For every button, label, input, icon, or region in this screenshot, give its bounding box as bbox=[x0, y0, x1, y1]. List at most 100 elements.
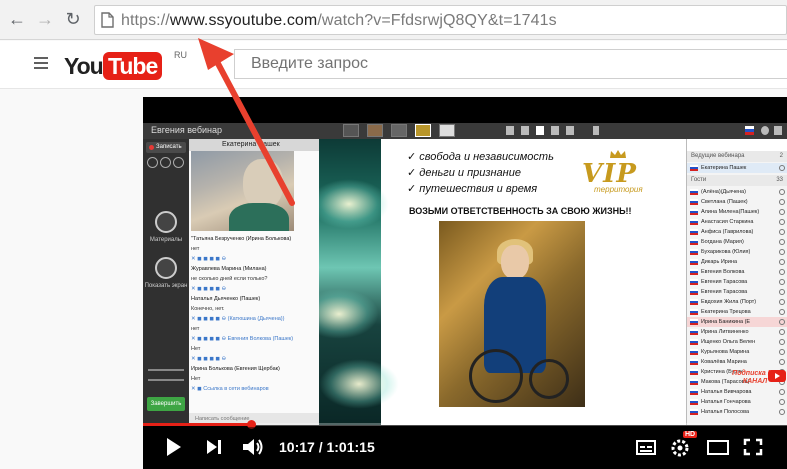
youtube-header: You Tube RU Введите запрос bbox=[0, 41, 787, 89]
participant-row: Евгения Тарасова bbox=[687, 277, 787, 287]
fullscreen-expand-icon[interactable] bbox=[743, 435, 763, 459]
flag-icon bbox=[690, 209, 698, 215]
participant-row: Наталья Гончарова bbox=[687, 397, 787, 407]
status-icon bbox=[779, 289, 785, 295]
slide-bullet: ✓ путешествия и время bbox=[407, 183, 538, 195]
status-icon bbox=[779, 329, 785, 335]
participants-toolbar bbox=[687, 139, 787, 151]
participant-me: Екатерина Пашек bbox=[687, 163, 787, 173]
materials-icon bbox=[155, 211, 177, 233]
status-icon bbox=[779, 249, 785, 255]
chat-message: нет bbox=[191, 246, 200, 252]
logo-tube-text: Tube bbox=[103, 52, 163, 80]
participant-row: Ищенко Ольга Велен bbox=[687, 337, 787, 347]
vip-subtitle: территория bbox=[594, 185, 643, 194]
search-input[interactable]: Введите запрос bbox=[234, 49, 787, 79]
pause-icon bbox=[147, 157, 158, 168]
status-icon bbox=[779, 359, 785, 365]
progress-bar[interactable] bbox=[143, 420, 787, 429]
screen-share-icon bbox=[155, 257, 177, 279]
chat-message: ✕ ◼ ◼ ◼ ◼ ⊖ (Катюшина (Дьячена)) bbox=[191, 316, 285, 322]
flag-icon bbox=[690, 379, 698, 385]
chat-message: ✕ ◼ ◼ ◼ ◼ ⊖ Евгения Волкова (Пашек) bbox=[191, 336, 294, 342]
status-icon bbox=[779, 339, 785, 345]
chat-message: Ирина Болькова (Евгения Щербак) bbox=[191, 366, 280, 372]
back-slide-icon bbox=[521, 126, 529, 135]
url-text[interactable]: https://www.ssyoutube.com/watch?v=Ffdsrw… bbox=[121, 12, 557, 30]
participant-row: Ирина Баникина (Е bbox=[687, 317, 787, 327]
flag-icon bbox=[690, 339, 698, 345]
next-slide-icon bbox=[551, 126, 559, 135]
flag-icon bbox=[745, 126, 754, 135]
webinar-title: Евгения вебинар bbox=[151, 125, 222, 135]
flag-icon bbox=[690, 189, 698, 195]
hd-badge: HD bbox=[683, 431, 698, 438]
participant-row: Богдана (Мария) bbox=[687, 237, 787, 247]
address-bar[interactable]: https://www.ssyoutube.com/watch?v=Ffdsrw… bbox=[94, 5, 787, 35]
status-icon bbox=[779, 219, 785, 225]
thumbnail bbox=[367, 124, 383, 137]
flag-icon bbox=[690, 289, 698, 295]
chat-messages: "Татьяна Безрученко (Ирина Болькова) нет ✕… bbox=[191, 234, 315, 394]
thumbnail bbox=[439, 124, 455, 137]
play-icon[interactable] bbox=[165, 435, 183, 459]
slide-thumbnails bbox=[343, 124, 463, 138]
chat-message: не сколько дней если только? bbox=[191, 276, 268, 282]
screen-share-label: Показать экран bbox=[144, 283, 188, 289]
flag-icon bbox=[690, 359, 698, 365]
crown-icon bbox=[610, 150, 626, 158]
miniplayer-icon[interactable] bbox=[707, 435, 729, 459]
slide-bullet: ✓ свобода и независимость bbox=[407, 151, 554, 163]
subscribe-play-icon[interactable] bbox=[768, 370, 786, 382]
status-icon bbox=[779, 199, 785, 205]
settings-icon bbox=[761, 126, 769, 135]
participant-row: Курьянова Марина bbox=[687, 347, 787, 357]
slide-bullet: ✓ деньги и признание bbox=[407, 167, 521, 179]
participant-row: Евгения Волкова bbox=[687, 267, 787, 277]
camera-name: Екатерина Пашек bbox=[189, 139, 319, 151]
slide-photo bbox=[439, 221, 585, 407]
mic-icon bbox=[173, 157, 184, 168]
camera-icon bbox=[160, 157, 171, 168]
slide-bullets: ✓ свобода и независимость ✓ деньги и приз… bbox=[407, 149, 577, 197]
webcam-feed bbox=[191, 151, 294, 231]
flag-icon bbox=[690, 369, 698, 375]
flag-icon bbox=[690, 279, 698, 285]
flag-icon bbox=[690, 399, 698, 405]
status-icon bbox=[779, 229, 785, 235]
search-placeholder: Введите запрос bbox=[251, 55, 368, 72]
flag-icon bbox=[690, 249, 698, 255]
settings-gear-icon[interactable] bbox=[670, 435, 692, 459]
back-arrow-icon[interactable]: ← bbox=[6, 8, 28, 30]
participant-row: Светлана (Пашек) bbox=[687, 197, 787, 207]
forward-arrow-icon[interactable]: → bbox=[34, 8, 56, 30]
chat-message: нет bbox=[191, 326, 200, 332]
page-info-icon[interactable] bbox=[101, 12, 114, 28]
flag-icon bbox=[690, 389, 698, 395]
chat-message: Нет bbox=[191, 376, 201, 382]
participant-row: Наталья Вивчарова bbox=[687, 387, 787, 397]
reload-icon[interactable]: ↻ bbox=[62, 8, 84, 30]
flag-icon bbox=[690, 299, 698, 305]
volume-slider bbox=[148, 369, 184, 371]
volume-icon[interactable] bbox=[241, 435, 265, 459]
menu-icon[interactable] bbox=[34, 57, 48, 69]
status-icon bbox=[779, 409, 785, 415]
chat-message: Нет bbox=[191, 346, 201, 352]
status-icon bbox=[779, 299, 785, 305]
status-icon bbox=[779, 389, 785, 395]
flag-icon bbox=[690, 329, 698, 335]
status-icon bbox=[779, 349, 785, 355]
next-icon[interactable] bbox=[205, 435, 223, 459]
subtitles-icon[interactable] bbox=[636, 435, 656, 459]
chat-message: Конечно, нет. bbox=[191, 306, 225, 312]
status-icon bbox=[779, 259, 785, 265]
logo-region: RU bbox=[174, 50, 187, 60]
stop-icon bbox=[536, 126, 544, 135]
status-icon bbox=[779, 309, 785, 315]
flag-icon bbox=[690, 409, 698, 415]
status-icon bbox=[779, 209, 785, 215]
chat-message: ✕ ◼ ◼ ◼ ◼ ⊖ bbox=[191, 286, 227, 292]
video-player[interactable]: Евгения вебинар Записать Материалы Показ… bbox=[143, 97, 787, 469]
participant-row: Анфиса (Гаврилова) bbox=[687, 227, 787, 237]
